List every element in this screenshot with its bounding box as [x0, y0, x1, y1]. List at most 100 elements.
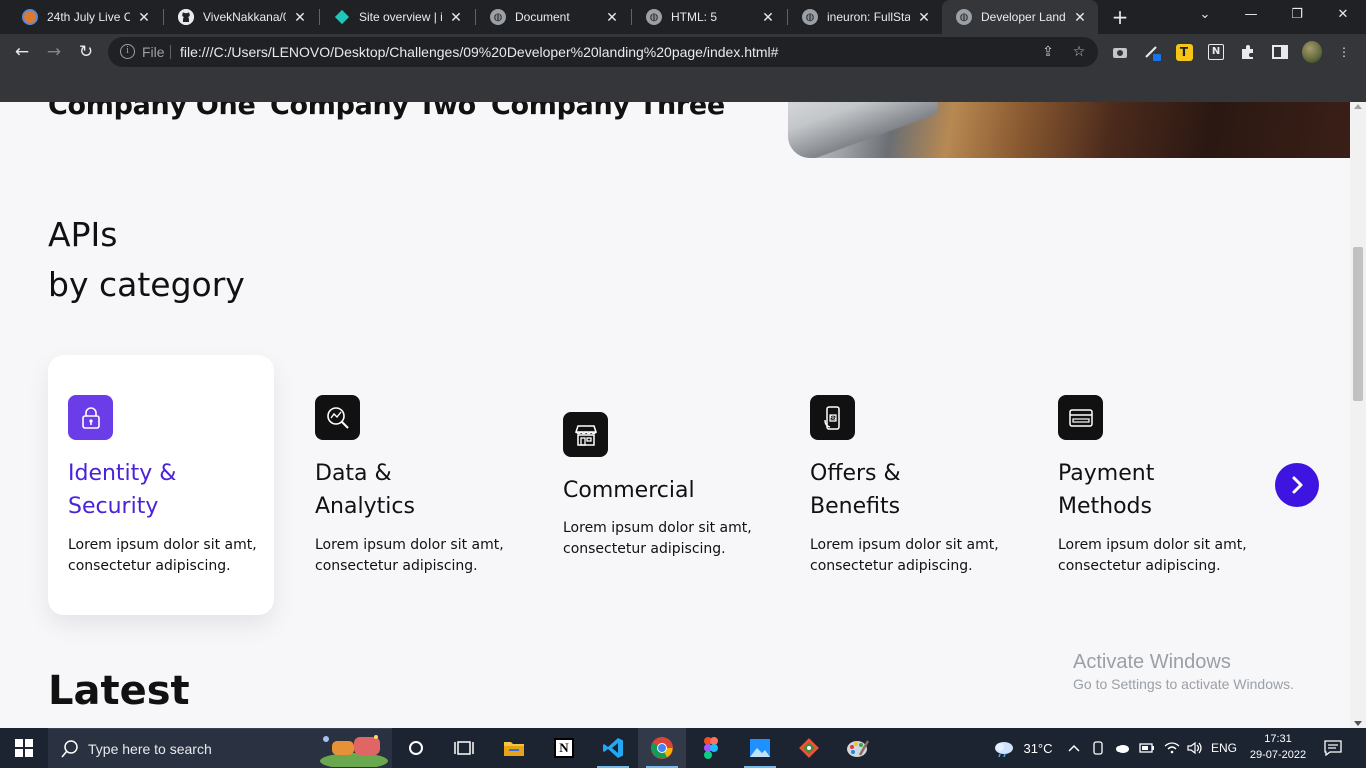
tab-title: VivekNakkana/01: [203, 10, 286, 24]
credit-card-icon: [1058, 395, 1103, 440]
card-title-line: Commercial: [563, 478, 695, 503]
ineuron-icon: [22, 9, 38, 25]
taskbar-clock[interactable]: 17:31 29-07-2022: [1246, 731, 1310, 763]
lock-icon: [68, 395, 113, 440]
weather-temperature: 31°C: [1023, 740, 1053, 756]
page-viewport: Company One Company Two Company Three AP…: [0, 102, 1366, 728]
card-description: Lorem ipsum dolor sit amt, consectetur a…: [315, 535, 525, 577]
notion-extension-icon[interactable]: N: [1206, 42, 1226, 62]
side-panel-icon[interactable]: [1270, 42, 1290, 62]
api-category-card-payment-methods[interactable]: Payment Methods Lorem ipsum dolor sit am…: [1038, 355, 1264, 615]
minimize-button[interactable]: —: [1228, 0, 1274, 34]
notion-icon[interactable]: N: [540, 728, 588, 768]
tab-title: Site overview | int: [359, 10, 442, 24]
cortana-icon[interactable]: [392, 728, 440, 768]
reload-button[interactable]: ↻: [72, 38, 100, 66]
language-indicator[interactable]: ENG: [1208, 728, 1240, 768]
next-arrow-button[interactable]: [1275, 463, 1319, 507]
api-category-card-identity-security[interactable]: Identity & Security Lorem ipsum dolor si…: [48, 355, 274, 615]
tab-title: Document: [515, 10, 570, 24]
notification-center-icon[interactable]: [1320, 728, 1346, 768]
close-window-button[interactable]: ✕: [1320, 0, 1366, 34]
wifi-icon[interactable]: [1162, 728, 1182, 768]
battery-icon[interactable]: [1137, 728, 1157, 768]
company-logo: Company Three: [491, 102, 725, 121]
tab-title: ineuron: FullStack: [827, 10, 910, 24]
card-description: Lorem ipsum dolor sit amt, consectetur a…: [68, 535, 278, 577]
chrome-icon[interactable]: [638, 728, 686, 768]
api-category-card-commercial[interactable]: Commercial Lorem ipsum dolor sit amt, co…: [543, 355, 769, 615]
card-title: Commercial: [563, 474, 773, 507]
forward-button[interactable]: →: [40, 38, 68, 66]
card-description-line: Lorem ipsum dolor sit amt,: [68, 537, 257, 553]
hero-image: [788, 102, 1350, 158]
close-icon[interactable]: ✕: [448, 9, 464, 26]
browser-tab[interactable]: ◍ HTML: 5 ✕: [632, 0, 786, 34]
maximize-button[interactable]: ❐: [1274, 0, 1320, 34]
tab-search-button[interactable]: ⌄: [1182, 0, 1228, 34]
scroll-up-arrow[interactable]: [1354, 104, 1362, 109]
file-explorer-icon[interactable]: [490, 728, 538, 768]
url-scheme: File: [142, 44, 165, 60]
git-icon[interactable]: [785, 728, 833, 768]
share-icon[interactable]: ⇪: [1038, 42, 1058, 62]
profile-avatar[interactable]: [1302, 41, 1322, 63]
close-icon[interactable]: ✕: [136, 9, 152, 26]
card-description-line: Lorem ipsum dolor sit amt,: [563, 520, 752, 536]
offers-icon: %: [810, 395, 855, 440]
tab-title: HTML: 5: [671, 10, 718, 24]
card-description-line: Lorem ipsum dolor sit amt,: [315, 537, 504, 553]
onedrive-cloud-icon[interactable]: [1112, 728, 1132, 768]
close-icon[interactable]: ✕: [916, 9, 932, 26]
activate-windows-watermark: Activate Windows Go to Settings to activ…: [1073, 650, 1294, 694]
weather-cloud-icon: [995, 742, 1014, 757]
info-icon[interactable]: i: [120, 44, 135, 59]
new-tab-button[interactable]: +: [1108, 5, 1132, 29]
section-title: APIs by category: [48, 210, 245, 310]
browser-tab[interactable]: ◍ Document ✕: [476, 0, 630, 34]
card-title: Offers & Benefits: [810, 457, 1020, 523]
weather-widget[interactable]: 31°C: [988, 728, 1058, 768]
browser-tab[interactable]: VivekNakkana/01 ✕: [164, 0, 318, 34]
vscode-icon[interactable]: [589, 728, 637, 768]
camera-icon[interactable]: [1110, 42, 1130, 62]
back-button[interactable]: ←: [8, 38, 36, 66]
card-title-line: Security: [68, 494, 159, 519]
task-view-icon[interactable]: [440, 728, 488, 768]
photos-icon[interactable]: [736, 728, 784, 768]
card-title-line: Data &: [315, 461, 392, 486]
paint-icon[interactable]: [834, 728, 882, 768]
address-bar[interactable]: i File file:///C:/Users/LENOVO/Desktop/C…: [108, 37, 1098, 67]
tab-title: Developer Landin: [981, 10, 1066, 24]
bookmark-star-icon[interactable]: ☆: [1069, 42, 1089, 62]
volume-icon[interactable]: [1185, 728, 1205, 768]
card-title-line: Payment: [1058, 461, 1155, 486]
browser-tab[interactable]: ◍ ineuron: FullStack ✕: [788, 0, 942, 34]
browser-tab[interactable]: 24th July Live Cla ✕: [8, 0, 162, 34]
browser-tab-active[interactable]: ◍ Developer Landin ✕: [942, 0, 1098, 34]
pen-extension-icon[interactable]: [1143, 42, 1163, 62]
puzzle-extensions-icon[interactable]: [1238, 42, 1258, 62]
page-scrollbar[interactable]: [1350, 102, 1366, 728]
close-icon[interactable]: ✕: [292, 9, 308, 26]
close-icon[interactable]: ✕: [1072, 9, 1088, 26]
browser-tab[interactable]: Site overview | int ✕: [320, 0, 474, 34]
close-icon[interactable]: ✕: [760, 9, 776, 26]
scroll-down-arrow[interactable]: [1354, 721, 1362, 726]
watermark-subtitle: Go to Settings to activate Windows.: [1073, 676, 1294, 692]
menu-icon[interactable]: ⋮: [1334, 42, 1354, 62]
company-logo: Company Two: [270, 102, 476, 121]
api-category-card-offers-benefits[interactable]: % Offers & Benefits Lorem ipsum dolor si…: [790, 355, 1016, 615]
close-icon[interactable]: ✕: [604, 9, 620, 26]
api-category-card-data-analytics[interactable]: Data & Analytics Lorem ipsum dolor sit a…: [295, 355, 521, 615]
scrollbar-thumb[interactable]: [1353, 247, 1363, 401]
netlify-icon: [334, 9, 350, 25]
usb-device-icon[interactable]: [1089, 728, 1107, 768]
start-button[interactable]: [0, 728, 48, 768]
url-text[interactable]: file:///C:/Users/LENOVO/Desktop/Challeng…: [180, 44, 778, 60]
taskbar-search-box[interactable]: Type here to search: [48, 728, 392, 768]
figma-icon[interactable]: [687, 728, 735, 768]
browser-tab-strip: 24th July Live Cla ✕ VivekNakkana/01 ✕ S…: [0, 0, 1366, 34]
show-hidden-icons-chevron-icon[interactable]: [1066, 728, 1082, 768]
t-extension-icon[interactable]: T: [1174, 42, 1194, 62]
